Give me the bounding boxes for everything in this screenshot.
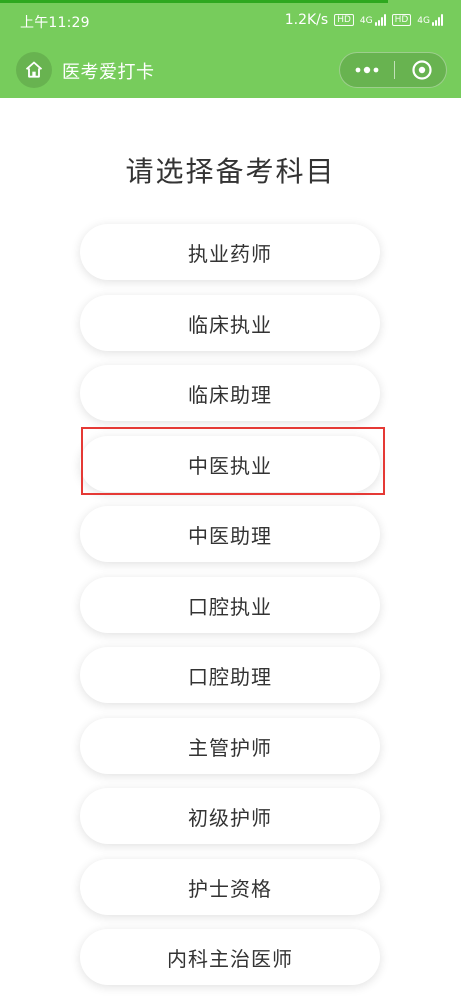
subject-button-neike-zhuzhi[interactable]: 内科主治医师 — [80, 929, 380, 985]
network-type: 4G — [359, 16, 373, 26]
miniapp-capsule — [339, 52, 447, 88]
subject-button-linchuang-zhiye[interactable]: 临床执业 — [80, 295, 380, 351]
subject-button-zhiye-yaoshi[interactable]: 执业药师 — [80, 224, 380, 280]
signal-strength-icon-2 — [432, 14, 443, 26]
status-indicators: 1.2K/s HD 4G HD 4G — [285, 12, 443, 28]
loading-progress-bar — [0, 0, 388, 3]
signal-strength-icon — [374, 14, 386, 26]
more-menu-button[interactable] — [340, 53, 394, 87]
page-title: 医考爱打卡 — [62, 62, 155, 83]
signal-group-1: 4G — [360, 14, 386, 26]
signal-group-2: 4G — [417, 14, 443, 26]
network-speed: 1.2K/s — [284, 12, 329, 28]
subject-button-kouqiang-zhuli[interactable]: 口腔助理 — [80, 647, 380, 703]
subject-button-zhongyi-zhuli[interactable]: 中医助理 — [80, 506, 380, 562]
hd-badge-2: HD — [391, 14, 412, 26]
more-dots-icon — [355, 66, 379, 74]
network-type-2: 4G — [417, 16, 430, 26]
close-miniapp-button[interactable] — [395, 53, 448, 87]
subject-button-zhuguan-hushi[interactable]: 主管护师 — [80, 718, 380, 774]
subject-button-linchuang-zhuli[interactable]: 临床助理 — [80, 365, 380, 421]
app-header: 上午11:29 1.2K/s HD 4G HD 4G 医考爱打卡 — [0, 0, 461, 98]
status-bar: 上午11:29 1.2K/s HD 4G HD 4G — [0, 4, 461, 34]
subject-button-chuji-hushi[interactable]: 初级护师 — [80, 788, 380, 844]
page-heading: 请选择备考科目 — [125, 155, 336, 188]
subject-button-zhongyi-zhiye[interactable]: 中医执业 — [80, 436, 380, 492]
title-bar: 医考爱打卡 — [0, 40, 461, 98]
hd-badge: HD — [334, 14, 354, 26]
status-time: 上午11:29 — [20, 15, 90, 31]
subject-button-kouqiang-zhiye[interactable]: 口腔执业 — [80, 577, 380, 633]
subject-button-hushi-zige[interactable]: 护士资格 — [80, 859, 380, 915]
target-icon — [411, 60, 432, 80]
home-icon — [25, 61, 43, 78]
home-button[interactable] — [16, 52, 52, 88]
